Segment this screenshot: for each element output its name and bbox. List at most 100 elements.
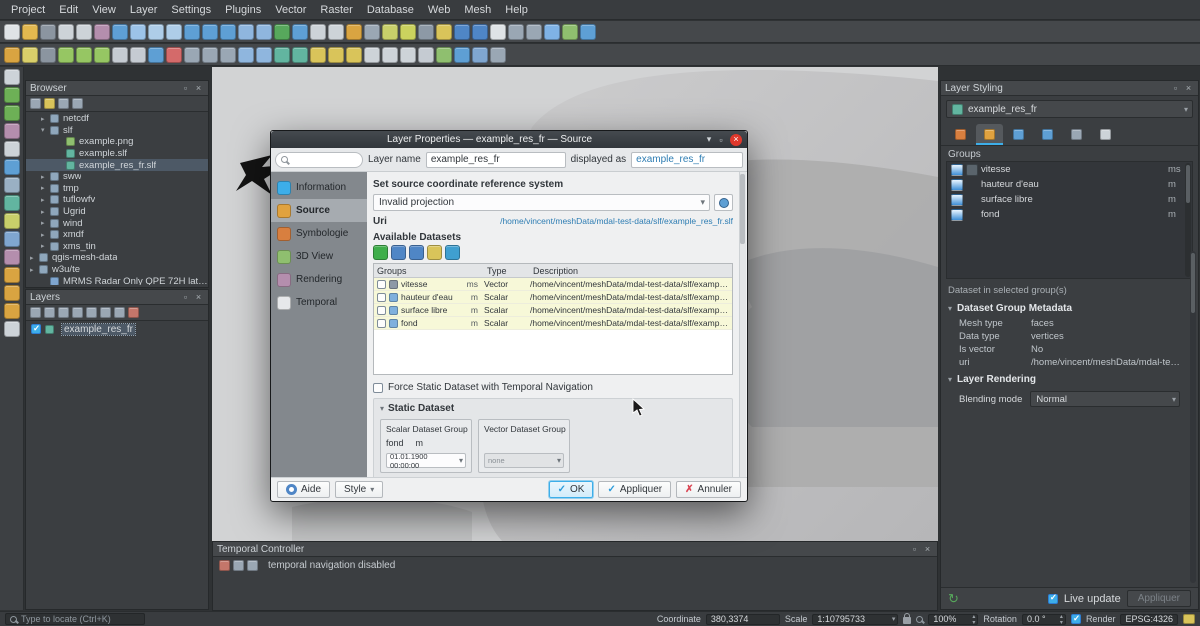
column-description[interactable]: Description — [533, 266, 732, 276]
dataset-checkbox[interactable] — [377, 293, 386, 302]
folder-sww-item[interactable]: ▸ sww — [26, 171, 208, 183]
scalar-ramp-icon[interactable] — [951, 209, 963, 221]
dialog-maximize-icon[interactable] — [715, 135, 727, 145]
folder-netcdf-item[interactable]: ▸ netcdf — [26, 113, 208, 125]
filter-browser-icon[interactable] — [44, 98, 55, 109]
folder-tmp-item[interactable]: ▸ tmp — [26, 183, 208, 195]
magnifier-input[interactable]: 100% — [928, 614, 978, 625]
force-static-checkbox[interactable] — [373, 383, 383, 393]
add-group-icon[interactable] — [44, 307, 55, 318]
column-groups[interactable]: Groups — [377, 266, 487, 276]
label-pin-icon[interactable] — [346, 47, 362, 63]
map-tips-icon[interactable] — [436, 24, 452, 40]
expand-arrow-icon[interactable]: ▸ — [41, 231, 50, 239]
open-attribute-table-icon[interactable] — [364, 24, 380, 40]
live-update-checkbox[interactable] — [1048, 594, 1058, 604]
new-spatialite-layer-icon[interactable] — [4, 123, 20, 139]
help-contents-icon[interactable] — [580, 24, 596, 40]
layout-manager-icon[interactable] — [76, 24, 92, 40]
dataset-table-row[interactable]: vitesse ms Vector /home/vincent/meshData… — [374, 278, 732, 291]
zoom-to-selection-icon[interactable] — [202, 24, 218, 40]
field-calculator-icon[interactable] — [382, 24, 398, 40]
new-bookmark-icon[interactable] — [454, 24, 470, 40]
menu-item[interactable]: Settings — [164, 2, 218, 18]
mesh-contours-tab[interactable] — [1005, 124, 1032, 145]
float-panel-icon[interactable] — [1170, 83, 1181, 94]
pan-to-selection-icon[interactable] — [130, 24, 146, 40]
expand-arrow-icon[interactable]: ▾ — [41, 126, 50, 134]
mesh-vectors-tab[interactable] — [1034, 124, 1061, 145]
close-panel-icon[interactable] — [193, 83, 204, 94]
osm-search-icon[interactable] — [436, 47, 452, 63]
layer-labeling-icon[interactable] — [310, 47, 326, 63]
expand-arrow-icon[interactable]: ▸ — [41, 173, 50, 181]
add-delimited-text-icon[interactable] — [4, 213, 20, 229]
file-example-slf-item[interactable]: example.slf — [26, 148, 208, 160]
dataset-checkbox[interactable] — [377, 280, 386, 289]
add-spatialite-layer-icon[interactable] — [4, 249, 20, 265]
folder-xmdf-item[interactable]: ▸ xmdf — [26, 229, 208, 241]
coordinate-capture-icon[interactable] — [454, 47, 470, 63]
temporal-navigation-animated-icon[interactable] — [247, 560, 258, 571]
statistical-summary-icon[interactable] — [418, 24, 434, 40]
pan-map-icon[interactable] — [112, 24, 128, 40]
menu-item[interactable]: Project — [4, 2, 52, 18]
folder-tuflowfv-item[interactable]: ▸ tuflowfv — [26, 194, 208, 206]
vector-time-combo[interactable]: none — [484, 453, 564, 468]
data-source-manager-icon[interactable] — [4, 69, 20, 85]
add-mesh-layer-icon[interactable] — [4, 195, 20, 211]
scale-combo[interactable]: 1:10795733 — [812, 614, 898, 625]
rendering-tab[interactable]: Rendering — [271, 268, 367, 291]
collapse-all-icon[interactable] — [58, 98, 69, 109]
add-vector-layer-icon[interactable] — [4, 159, 20, 175]
filter-legend-icon[interactable] — [72, 307, 83, 318]
zoom-next-icon[interactable] — [256, 24, 272, 40]
styling-layer-combo[interactable]: example_res_fr — [946, 100, 1193, 118]
temporal-controller-icon[interactable] — [490, 24, 506, 40]
blending-mode-combo[interactable]: Normal — [1030, 391, 1180, 407]
show-bookmarks-icon[interactable] — [472, 24, 488, 40]
menu-item[interactable]: Layer — [123, 2, 165, 18]
folder-wind-item[interactable]: ▸ wind — [26, 217, 208, 229]
layer-diagram-icon[interactable] — [328, 47, 344, 63]
refresh-browser-icon[interactable] — [30, 98, 41, 109]
dataset-table-row[interactable]: hauteur d'eau m Scalar /home/vincent/mes… — [374, 291, 732, 304]
save-project-icon[interactable] — [40, 24, 56, 40]
expand-arrow-icon[interactable]: ▸ — [41, 242, 50, 250]
reload-datasets-icon[interactable] — [445, 245, 460, 260]
measure-icon[interactable] — [400, 24, 416, 40]
3d-view-tab[interactable]: 3D View — [271, 245, 367, 268]
menu-item[interactable]: Edit — [52, 2, 85, 18]
vertex-tool-current-icon[interactable] — [130, 47, 146, 63]
menu-item[interactable]: Database — [360, 2, 421, 18]
zoom-out-icon[interactable] — [166, 24, 182, 40]
paste-features-icon[interactable] — [220, 47, 236, 63]
vertex-tool-icon[interactable] — [112, 47, 128, 63]
temporal-tab[interactable]: Temporal — [271, 291, 367, 314]
attribute-table-tab[interactable] — [1063, 124, 1090, 145]
manage-map-themes-icon[interactable] — [58, 307, 69, 318]
select-crs-button[interactable] — [714, 194, 733, 211]
folder-xms-tin-item[interactable]: ▸ xms_tin — [26, 241, 208, 253]
menu-item[interactable]: Plugins — [218, 2, 268, 18]
dataset-checkbox[interactable] — [377, 319, 386, 328]
dataset-options-icon[interactable] — [427, 245, 442, 260]
annotation-icon[interactable] — [364, 47, 380, 63]
cut-features-icon[interactable] — [184, 47, 200, 63]
add-raster-layer-icon[interactable] — [4, 177, 20, 193]
column-type[interactable]: Type — [487, 266, 533, 276]
python-console-icon[interactable] — [544, 24, 560, 40]
delete-selected-icon[interactable] — [166, 47, 182, 63]
dataset-table-row[interactable]: fond m Scalar /home/vincent/meshData/mda… — [374, 317, 732, 330]
open-layer-styling-panel-icon[interactable] — [30, 307, 41, 318]
expand-arrow-icon[interactable]: ▸ — [41, 196, 50, 204]
expand-arrow-icon[interactable]: ▸ — [30, 254, 39, 262]
dataset-group-row[interactable]: surface libre m — [947, 192, 1192, 207]
print-layout-icon[interactable] — [58, 24, 74, 40]
digitize-point-icon[interactable] — [58, 47, 74, 63]
locate-input[interactable]: Type to locate (Ctrl+K) — [5, 613, 145, 625]
add-postgis-layer-icon[interactable] — [4, 231, 20, 247]
new-project-icon[interactable] — [4, 24, 20, 40]
menu-item[interactable]: Help — [498, 2, 535, 18]
symbology-tab[interactable]: Symbologie — [271, 222, 367, 245]
